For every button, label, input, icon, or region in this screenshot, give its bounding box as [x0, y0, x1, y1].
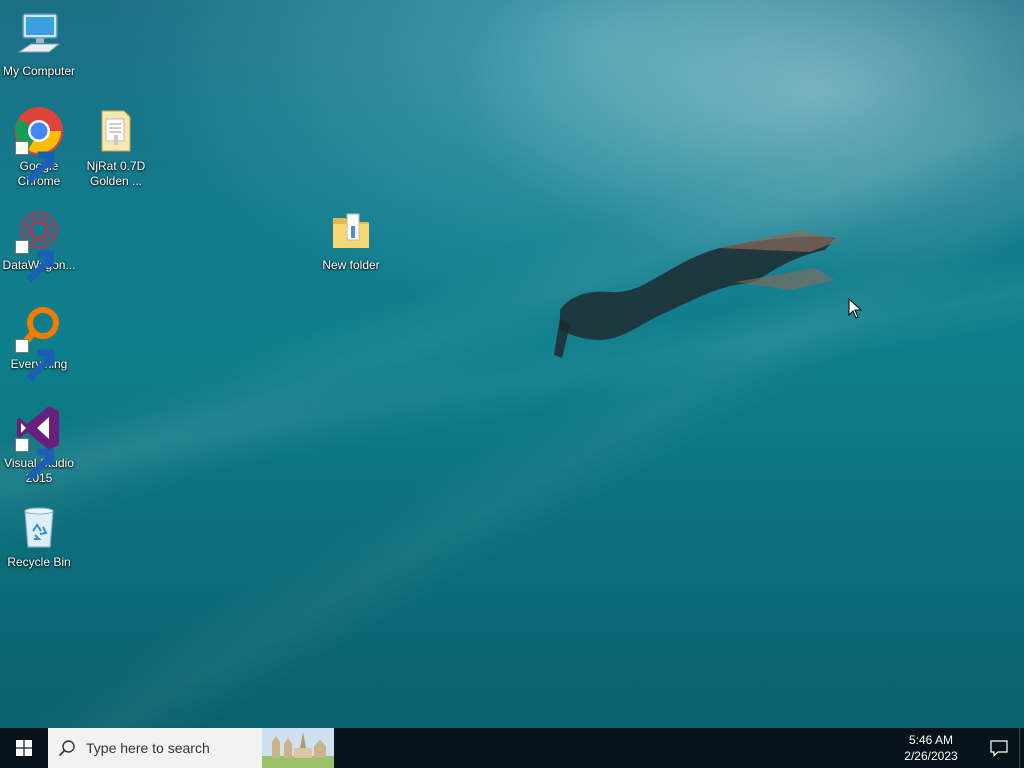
- clock-time: 5:46 AM: [908, 733, 954, 747]
- start-button[interactable]: [0, 728, 48, 768]
- desktop-icon-datawagon[interactable]: DataWagon...: [0, 204, 79, 283]
- desktop-icon-new-folder[interactable]: New folder: [311, 204, 391, 273]
- folder-icon: [333, 213, 369, 248]
- desktop-icon-everything[interactable]: Everything: [0, 303, 79, 382]
- desktop-icon-my-computer[interactable]: My Computer: [0, 10, 79, 79]
- desktop-icon-label: NjRat 0.7D Golden ...: [86, 159, 146, 188]
- desktop-icon-label: Recycle Bin: [7, 555, 71, 569]
- desktop-icon-recycle-bin[interactable]: Recycle Bin: [0, 501, 79, 570]
- computer-icon: [17, 13, 61, 53]
- search-icon: [58, 740, 75, 757]
- show-desktop-button[interactable]: [1019, 728, 1024, 768]
- search-highlight-cathedral-icon: [262, 728, 334, 768]
- windows-logo-icon: [16, 740, 32, 756]
- shortcut-arrow-icon: [15, 240, 55, 283]
- shortcut-arrow-icon: [15, 438, 55, 481]
- taskbar: Type here to search 5:46 AM 2/26/2023: [0, 728, 1024, 768]
- desktop-icon-njrat[interactable]: NjRat 0.7D Golden ...: [76, 105, 156, 189]
- shortcut-arrow-icon: [15, 141, 55, 184]
- recycle-bin-icon: [24, 507, 54, 548]
- desktop-icon-google-chrome[interactable]: Google Chrome: [0, 105, 79, 189]
- desktop-icon-label: My Computer: [2, 64, 76, 78]
- desktop-icon-visual-studio[interactable]: Visual Studio 2015: [0, 402, 79, 486]
- system-tray: 5:46 AM 2/26/2023: [883, 728, 1024, 768]
- wallpaper-diver: [554, 230, 840, 358]
- taskbar-clock[interactable]: 5:46 AM 2/26/2023: [883, 732, 979, 764]
- document-folder-icon: [101, 110, 131, 152]
- clock-date: 2/26/2023: [904, 749, 958, 763]
- desktop-icon-label: New folder: [322, 258, 380, 272]
- action-center-button[interactable]: [979, 728, 1019, 768]
- shortcut-arrow-icon: [15, 339, 55, 382]
- mouse-cursor-icon: [848, 298, 863, 319]
- search-placeholder: Type here to search: [86, 740, 210, 756]
- taskbar-search-box[interactable]: Type here to search: [48, 728, 334, 768]
- action-center-icon: [990, 740, 1008, 757]
